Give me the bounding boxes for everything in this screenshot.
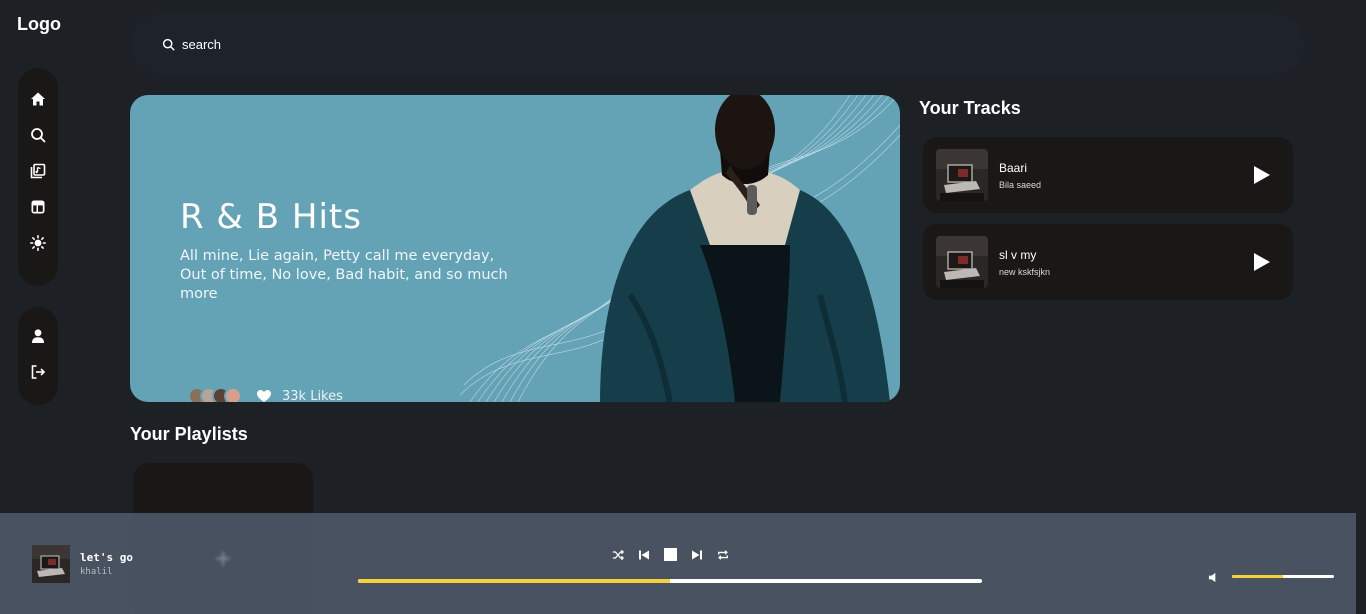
shuffle-icon[interactable] [612, 549, 624, 561]
track-artist: new kskfsjkn [999, 266, 1051, 277]
sidebar-main-nav [18, 68, 58, 286]
sidebar-account-nav [18, 307, 58, 405]
search-bar [130, 14, 1304, 74]
track-info: sl v my new kskfsjkn [999, 248, 1050, 277]
hero-footer: 33k Likes [188, 387, 343, 402]
play-icon[interactable] [1253, 165, 1271, 185]
track-item[interactable]: Baari Bila saeed [923, 137, 1293, 213]
layout-icon[interactable] [29, 198, 47, 216]
track-artist: Bila saeed [999, 179, 1042, 190]
search-icon [162, 38, 175, 51]
hero-top-decoration [180, 95, 290, 97]
logout-icon[interactable] [29, 363, 47, 381]
library-icon[interactable] [29, 162, 47, 180]
play-icon[interactable] [1253, 252, 1271, 272]
singer-photo [600, 95, 890, 402]
heart-icon [257, 390, 271, 402]
volume-fill [1232, 575, 1283, 578]
sun-icon[interactable] [29, 234, 47, 252]
avatar [224, 387, 242, 402]
track-item[interactable]: sl v my new kskfsjkn [923, 224, 1293, 300]
next-icon[interactable] [691, 549, 703, 561]
search-icon[interactable] [29, 126, 47, 144]
now-playing-artist: khalil [80, 567, 113, 577]
progress-fill [358, 579, 670, 583]
app-logo[interactable]: Logo [17, 14, 61, 35]
track-name: Baari [999, 160, 1028, 175]
add-icon[interactable]: + [210, 545, 236, 573]
player-bar: let's go khalil + [0, 513, 1356, 614]
playlists-section-title: Your Playlists [130, 424, 248, 444]
progress-bar[interactable] [358, 579, 982, 583]
hero-description: All mine, Lie again, Petty call me every… [180, 248, 508, 302]
volume-slider[interactable] [1232, 575, 1334, 578]
playback-controls [612, 548, 729, 561]
tracks-section-title: Your Tracks [919, 98, 1021, 118]
home-icon[interactable] [29, 90, 47, 108]
stop-icon [664, 548, 677, 561]
volume-icon[interactable] [1208, 572, 1219, 583]
previous-icon[interactable] [638, 549, 650, 561]
likes-label: 33k Likes [282, 388, 343, 403]
stop-button[interactable] [664, 548, 677, 561]
track-info: Baari Bila saeed [999, 161, 1041, 190]
now-playing-title: let's go [80, 551, 133, 564]
listener-avatars [188, 387, 242, 402]
now-playing-cover [32, 545, 70, 583]
search-input[interactable] [182, 36, 782, 52]
hero-title: R & B Hits [180, 197, 362, 237]
likes-count: 33k Likes [256, 388, 343, 403]
track-name: sl v my [999, 247, 1037, 262]
repeat-icon[interactable] [717, 549, 729, 561]
track-thumbnail [936, 236, 988, 288]
user-icon[interactable] [29, 327, 47, 345]
featured-playlist-banner[interactable]: R & B Hits All mine, Lie again, Petty ca… [130, 95, 900, 402]
track-thumbnail [936, 149, 988, 201]
